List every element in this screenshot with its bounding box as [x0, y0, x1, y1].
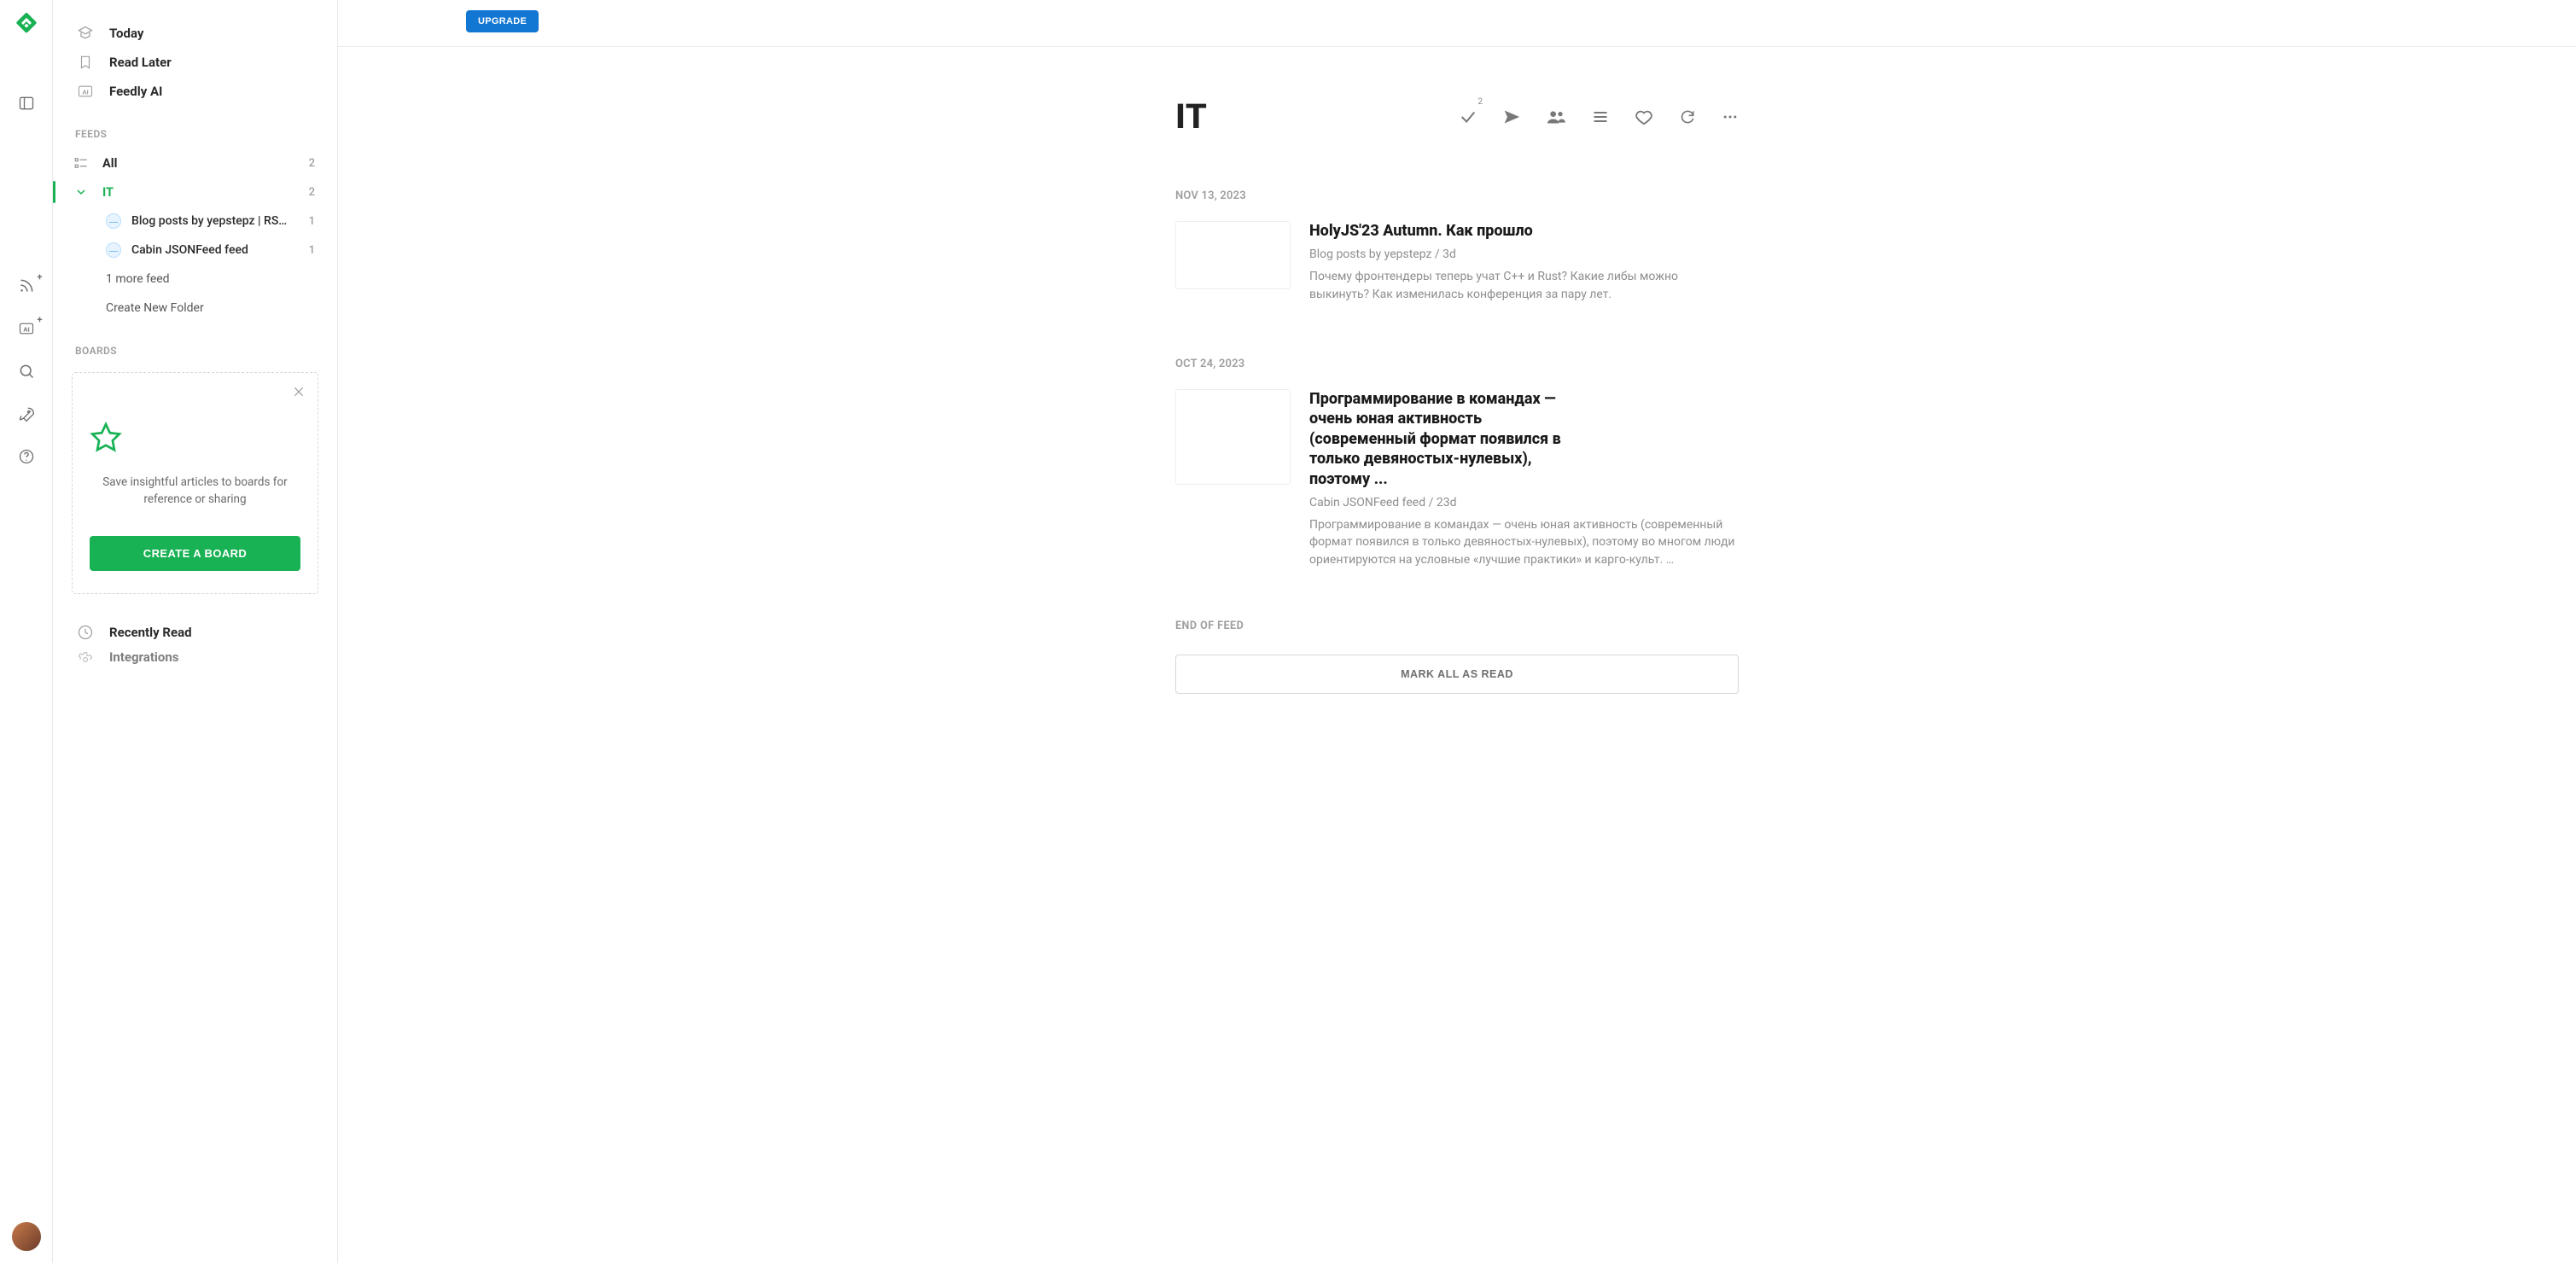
left-rail: AI — [0, 0, 53, 1263]
svg-text:AI: AI — [23, 325, 30, 333]
more-icon[interactable] — [1722, 108, 1739, 125]
list-icon — [73, 155, 89, 171]
avatar[interactable] — [12, 1222, 41, 1251]
boards-section-label: BOARDS — [53, 323, 337, 365]
sidebar: Today Read Later AI Feedly AI FEEDS All … — [53, 0, 338, 1263]
sidebar-feed-label: Blog posts by yepstepz | RS… — [131, 214, 287, 228]
sidebar-folder-it[interactable]: IT 2 — [53, 178, 337, 207]
sidebar-item-label: Today — [109, 26, 143, 41]
article-source: Cabin JSONFeed feed — [1309, 496, 1425, 509]
article-meta: Cabin JSONFeed feed / 23d — [1309, 496, 1739, 509]
today-icon — [75, 23, 96, 44]
star-icon — [90, 421, 300, 453]
article-thumbnail — [1175, 221, 1291, 289]
mark-read-count: 2 — [1477, 97, 1483, 107]
toggle-sidebar-icon[interactable] — [17, 94, 36, 113]
main-area: UPGRADE IT 2 — [338, 0, 2576, 1263]
article-excerpt: Почему фронтендеры теперь учат C++ и Rus… — [1309, 268, 1739, 303]
date-header: NOV 13, 2023 — [1175, 189, 1739, 202]
feedly-logo[interactable] — [15, 12, 38, 34]
article-age: 3d — [1442, 247, 1456, 261]
sidebar-more-feeds[interactable]: 1 more feed — [53, 265, 337, 294]
sidebar-item-label: All — [102, 156, 117, 171]
sidebar-item-label: Read Later — [109, 55, 172, 70]
sidebar-item-all[interactable]: All 2 — [53, 148, 337, 178]
sidebar-create-folder[interactable]: Create New Folder — [53, 294, 337, 323]
sidebar-feed-item[interactable]: Blog posts by yepstepz | RS… 1 — [53, 207, 337, 236]
date-header: OCT 24, 2023 — [1175, 358, 1739, 370]
clock-icon — [75, 622, 96, 643]
close-icon[interactable] — [292, 385, 306, 399]
article-age: 23d — [1437, 496, 1457, 509]
team-icon[interactable] — [1546, 108, 1566, 125]
globe-icon — [106, 242, 121, 258]
sidebar-feed-item[interactable]: Cabin JSONFeed feed 1 — [53, 236, 337, 265]
end-of-feed-label: END OF FEED — [1175, 620, 1739, 632]
sidebar-item-count: 2 — [309, 186, 315, 199]
add-ai-icon[interactable]: AI — [17, 319, 36, 338]
sidebar-item-recently-read[interactable]: Recently Read — [53, 618, 337, 647]
upgrade-button[interactable]: UPGRADE — [466, 10, 539, 32]
globe-icon — [106, 213, 121, 229]
sidebar-item-read-later[interactable]: Read Later — [53, 48, 337, 77]
article-card[interactable]: Программирование в командах — очень юная… — [1175, 389, 1739, 568]
help-icon[interactable] — [17, 447, 36, 466]
article-excerpt: Программирование в командах — очень юная… — [1309, 516, 1739, 568]
share-icon[interactable] — [1503, 108, 1520, 125]
sidebar-item-count: 2 — [309, 157, 315, 170]
page-title: IT — [1175, 96, 1207, 137]
feeds-section-label: FEEDS — [53, 106, 337, 148]
ai-icon: AI — [75, 81, 96, 102]
article-title: HolyJS'23 Autumn. Как прошло — [1309, 221, 1739, 241]
create-board-button[interactable]: CREATE A BOARD — [90, 536, 300, 571]
sidebar-item-today[interactable]: Today — [53, 19, 337, 48]
rocket-icon[interactable] — [17, 405, 36, 423]
boards-empty-message: Save insightful articles to boards for r… — [98, 474, 292, 509]
add-feed-icon[interactable] — [17, 276, 36, 295]
article-source: Blog posts by yepstepz — [1309, 247, 1431, 261]
feed-header: IT 2 — [1175, 96, 1739, 137]
sidebar-feed-label: Cabin JSONFeed feed — [131, 243, 248, 257]
article-card[interactable]: HolyJS'23 Autumn. Как прошло Blog posts … — [1175, 221, 1739, 303]
layout-icon[interactable] — [1592, 108, 1609, 125]
article-title: Программирование в командах — очень юная… — [1309, 389, 1582, 489]
sidebar-item-integrations[interactable]: Integrations — [53, 647, 337, 666]
gear-icon — [75, 649, 96, 666]
svg-text:AI: AI — [82, 88, 89, 96]
sidebar-item-label: Integrations — [109, 649, 178, 665]
article-meta: Blog posts by yepstepz / 3d — [1309, 247, 1739, 261]
sidebar-item-label: Recently Read — [109, 625, 192, 640]
sidebar-feed-count: 1 — [309, 215, 315, 228]
refresh-icon[interactable] — [1679, 108, 1696, 125]
bookmark-icon — [75, 52, 96, 73]
topbar: UPGRADE — [338, 0, 2576, 47]
toolbar: 2 — [1459, 108, 1739, 126]
heart-icon[interactable] — [1635, 108, 1653, 126]
boards-empty-card: Save insightful articles to boards for r… — [72, 372, 318, 594]
search-icon[interactable] — [17, 362, 36, 381]
sidebar-item-feedly-ai[interactable]: AI Feedly AI — [53, 77, 337, 106]
sidebar-item-label: IT — [102, 185, 114, 200]
mark-all-read-button[interactable]: MARK ALL AS READ — [1175, 655, 1739, 694]
sidebar-feed-count: 1 — [309, 244, 315, 257]
mark-read-icon[interactable]: 2 — [1459, 108, 1477, 126]
chevron-down-icon[interactable] — [73, 184, 89, 200]
sidebar-item-label: Feedly AI — [109, 84, 162, 99]
article-thumbnail — [1175, 389, 1291, 485]
topbar-divider — [338, 46, 2576, 47]
